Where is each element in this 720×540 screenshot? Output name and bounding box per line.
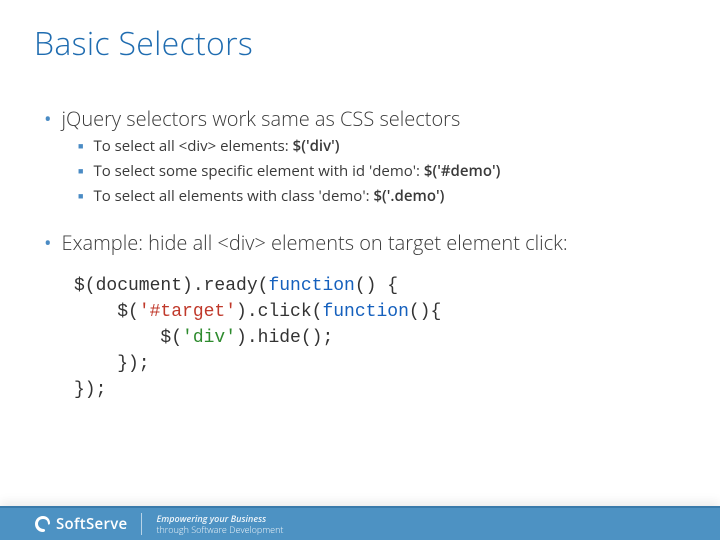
sub-bullet-icon: ■: [78, 185, 83, 207]
brand-logo: SoftServe: [34, 514, 127, 534]
sub-bold: $('#demo'): [424, 161, 501, 181]
sub-bold: $('.demo'): [373, 186, 444, 206]
brand-name: SoftServe: [56, 514, 127, 534]
code-string: '#target': [139, 302, 236, 322]
sub-text: To select some specific element with id …: [93, 160, 500, 182]
code-text: $(: [74, 302, 139, 322]
sub-pre: To select all <div> elements:: [93, 136, 292, 156]
footer-divider: [141, 513, 142, 535]
code-keyword: function: [268, 276, 354, 296]
sub-pre: To select all elements with class 'demo'…: [93, 186, 373, 206]
sub-list: ■ To select all <div> elements: $('div')…: [44, 135, 686, 207]
code-text: ).hide();: [236, 328, 333, 348]
bullet-text: Example: hide all <div> elements on targ…: [62, 229, 568, 257]
bullet-dot-icon: •: [44, 229, 52, 257]
footer-bar: SoftServe Empowering your Business throu…: [0, 506, 720, 540]
sub-item: ■ To select all <div> elements: $('div'): [78, 135, 686, 157]
sub-text: To select all <div> elements: $('div'): [93, 135, 339, 157]
bullet-dot-icon: •: [44, 105, 52, 133]
sub-pre: To select some specific element with id …: [93, 161, 423, 181]
code-text: $(document).ready(: [74, 276, 268, 296]
sub-bold: $('div'): [293, 136, 340, 156]
bullet-item: • jQuery selectors work same as CSS sele…: [44, 105, 686, 133]
sub-text: To select all elements with class 'demo'…: [93, 185, 444, 207]
brand-tagline: Empowering your Business through Softwar…: [156, 513, 283, 535]
tagline-line2: through Software Development: [156, 524, 283, 535]
bullet-text: jQuery selectors work same as CSS select…: [62, 105, 461, 133]
sub-bullet-icon: ■: [78, 160, 83, 182]
sub-item: ■ To select some specific element with i…: [78, 160, 686, 182]
sub-bullet-icon: ■: [78, 135, 83, 157]
code-example: $(document).ready(function() { $('#targe…: [44, 273, 686, 403]
code-text: $(: [74, 328, 182, 348]
code-string: 'div': [182, 328, 236, 348]
slide-content: • jQuery selectors work same as CSS sele…: [0, 65, 720, 403]
code-text: });: [74, 354, 150, 374]
sub-item: ■ To select all elements with class 'dem…: [78, 185, 686, 207]
bullet-item: • Example: hide all <div> elements on ta…: [44, 229, 686, 257]
code-text: });: [74, 380, 106, 400]
code-text: ).click(: [236, 302, 322, 322]
brand-swirl-icon: [34, 515, 52, 533]
slide-title: Basic Selectors: [0, 0, 720, 65]
code-text: (){: [409, 302, 441, 322]
code-text: () {: [355, 276, 398, 296]
code-keyword: function: [322, 302, 408, 322]
